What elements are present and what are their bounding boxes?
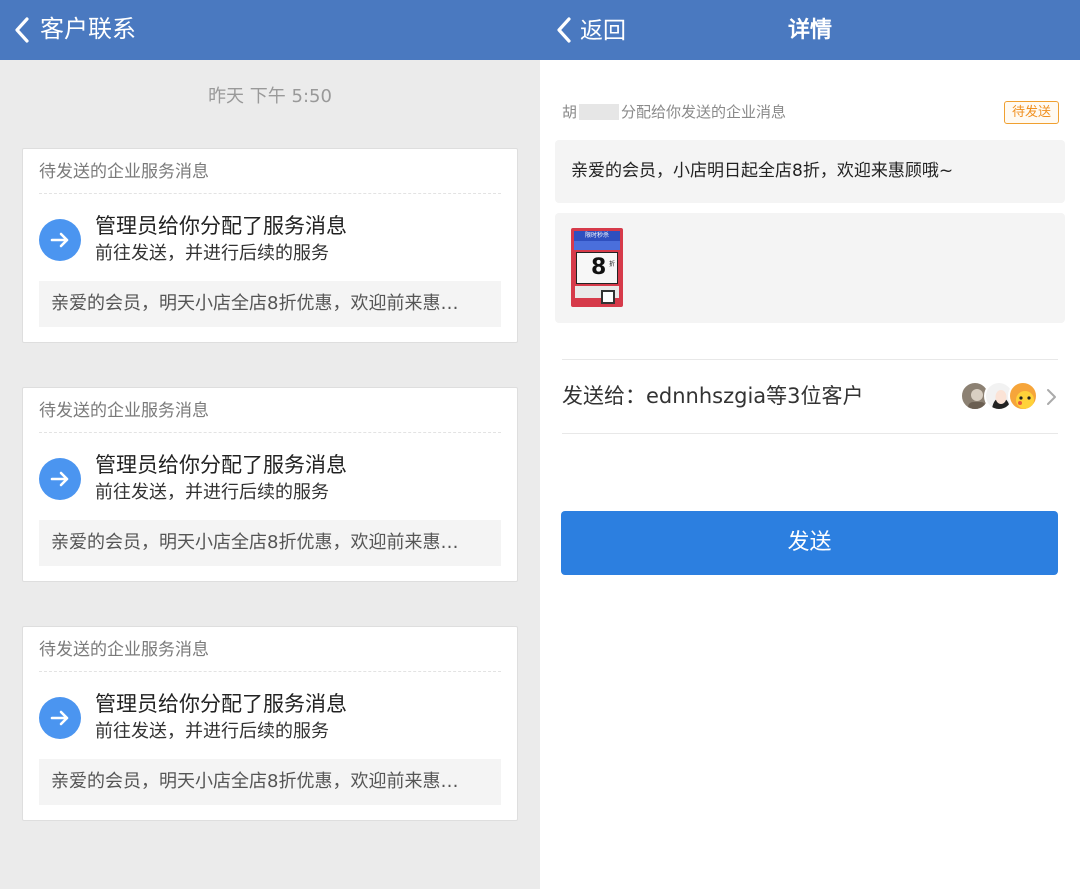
service-message-card[interactable]: 待发送的企业服务消息 管理员给你分配了服务消息 前往发送，并进行后续的服务 亲爱…	[22, 626, 518, 821]
qr-code-icon	[601, 290, 615, 304]
service-message-card[interactable]: 待发送的企业服务消息 管理员给你分配了服务消息 前往发送，并进行后续的服务 亲爱…	[22, 387, 518, 582]
assigner-name: 胡	[562, 103, 578, 121]
card-message-preview: 亲爱的会员，明天小店全店8折优惠，欢迎前来惠…	[39, 759, 501, 805]
divider	[562, 433, 1058, 434]
recipient-avatars	[960, 381, 1050, 413]
send-button[interactable]: 发送	[561, 511, 1058, 575]
promo-banner: 限时秒杀	[574, 231, 620, 241]
arrow-right-icon	[39, 697, 81, 739]
promo-ribbon	[574, 241, 620, 250]
customer-contact-screen: 客户联系 昨天 下午 5:50 待发送的企业服务消息 管理员给你分配了服务消息 …	[0, 0, 540, 889]
message-timestamp: 昨天 下午 5:50	[208, 86, 332, 107]
recipients-label: 发送给：ednnhszgia等3位客户	[562, 384, 864, 408]
assignment-info: 胡 分配给你发送的企业消息	[562, 100, 786, 124]
avatar	[1008, 381, 1038, 411]
card-header: 待发送的企业服务消息	[39, 640, 209, 660]
promo-image-thumbnail[interactable]: 限时秒杀 8 折	[571, 228, 623, 307]
arrow-right-icon	[39, 458, 81, 500]
card-message-preview: 亲爱的会员，明天小店全店8折优惠，欢迎前来惠…	[39, 520, 501, 566]
message-text-box: 亲爱的会员，小店明日起全店8折，欢迎来惠顾哦~	[555, 140, 1065, 203]
card-subtitle: 前往发送，并进行后续的服务	[95, 721, 329, 742]
promo-digit: 8	[591, 255, 607, 280]
page-title: 客户联系	[40, 15, 136, 43]
card-divider	[39, 432, 501, 433]
arrow-right-icon	[39, 219, 81, 261]
card-header: 待发送的企业服务消息	[39, 401, 209, 421]
service-message-card[interactable]: 待发送的企业服务消息 管理员给你分配了服务消息 前往发送，并进行后续的服务 亲爱…	[22, 148, 518, 343]
card-subtitle: 前往发送，并进行后续的服务	[95, 482, 329, 503]
status-badge: 待发送	[1004, 101, 1059, 124]
promo-unit: 折	[609, 261, 616, 268]
divider	[562, 359, 1058, 360]
redacted-name	[579, 104, 620, 120]
top-bar: 客户联系	[0, 0, 540, 60]
card-divider	[39, 193, 501, 194]
attachment-box: 限时秒杀 8 折	[555, 213, 1065, 323]
card-divider	[39, 671, 501, 672]
detail-screen: 返回 详情 胡 分配给你发送的企业消息 待发送 亲爱的会员，小店明日起全店8折，…	[540, 0, 1080, 889]
back-chevron-icon[interactable]	[14, 17, 30, 43]
card-header: 待发送的企业服务消息	[39, 162, 209, 182]
page-title: 详情	[787, 18, 832, 43]
card-title: 管理员给你分配了服务消息	[95, 453, 347, 477]
card-title: 管理员给你分配了服务消息	[95, 214, 347, 238]
chevron-right-icon	[1047, 389, 1056, 405]
promo-panel: 8 折	[576, 252, 618, 284]
card-title: 管理员给你分配了服务消息	[95, 692, 347, 716]
assignment-text: 分配给你发送的企业消息	[621, 103, 787, 121]
card-message-preview: 亲爱的会员，明天小店全店8折优惠，欢迎前来惠…	[39, 281, 501, 327]
top-bar: 返回 详情	[540, 0, 1080, 60]
card-subtitle: 前往发送，并进行后续的服务	[95, 243, 329, 264]
